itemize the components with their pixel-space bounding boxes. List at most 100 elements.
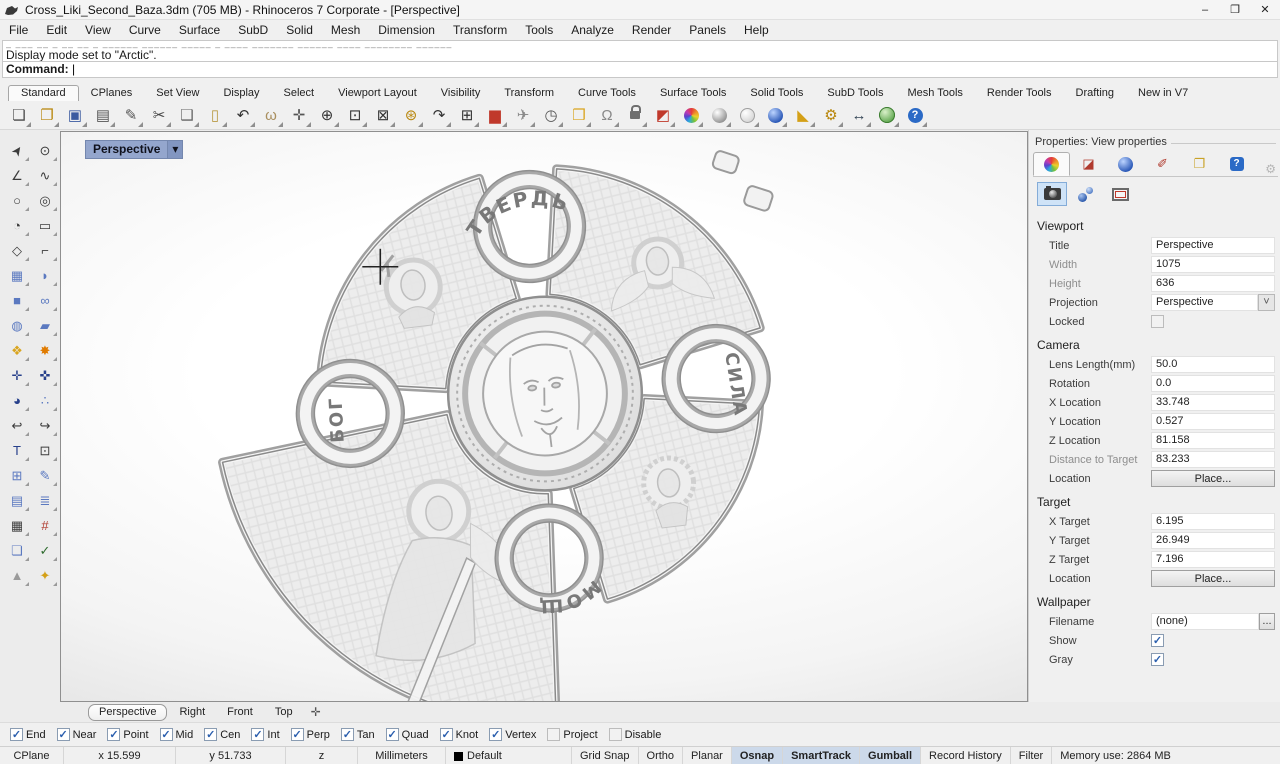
corner-curve-icon[interactable]: ⌐	[32, 238, 58, 263]
value-field[interactable]: 636	[1151, 275, 1275, 292]
osnap-near[interactable]: ✓Near	[57, 728, 97, 741]
menu-item-surface[interactable]: Surface	[170, 23, 229, 37]
status-toggle-record-history[interactable]: Record History	[921, 747, 1011, 764]
tab-help[interactable]: ?	[1218, 152, 1255, 176]
osnap-knot[interactable]: ✓Knot	[440, 728, 479, 741]
maximize-button[interactable]: ❐	[1220, 0, 1250, 19]
value-field[interactable]: 83.233	[1151, 451, 1275, 468]
value-field[interactable]: 6.195	[1151, 513, 1275, 530]
group-icon[interactable]: ❏	[4, 538, 30, 563]
color-wheel-icon[interactable]	[678, 103, 704, 128]
toolbar-tab-visibility[interactable]: Visibility	[429, 86, 493, 101]
cplane-icon[interactable]: ✈	[510, 103, 536, 128]
circle-icon[interactable]: ○	[4, 188, 30, 213]
panel-gear-icon[interactable]: ⚙	[1265, 162, 1276, 176]
toolbar-tab-new-in-v7[interactable]: New in V7	[1126, 86, 1200, 101]
toolbar-tab-transform[interactable]: Transform	[492, 86, 566, 101]
viewport-tab-front[interactable]: Front	[217, 705, 263, 720]
osnap-mid[interactable]: ✓Mid	[160, 728, 194, 741]
viewport-tab-perspective[interactable]: Perspective	[88, 704, 167, 721]
toolbar-tab-drafting[interactable]: Drafting	[1064, 86, 1127, 101]
status-default[interactable]: Default	[446, 747, 572, 764]
save-icon[interactable]: ▣	[62, 103, 88, 128]
toolbar-tab-surface-tools[interactable]: Surface Tools	[648, 86, 738, 101]
checkbox[interactable]	[609, 728, 622, 741]
bend-surface-icon[interactable]: ▰	[32, 313, 58, 338]
checkbox[interactable]: ✓	[291, 728, 304, 741]
command-history[interactable]: – ––– –– – –– –– – –––––– –––––– ––––– –…	[2, 40, 1278, 62]
copy-icon[interactable]: ❑	[174, 103, 200, 128]
history-clock-icon[interactable]: ◷	[538, 103, 564, 128]
annotate-icon[interactable]: ❒	[566, 103, 592, 128]
checkbox[interactable]: ✓	[57, 728, 70, 741]
perspective-viewport[interactable]: Perspective ▾	[60, 131, 1028, 702]
place-button[interactable]: Place...	[1151, 570, 1275, 587]
boolean-spheres-icon[interactable]: ◕	[4, 388, 30, 413]
menu-item-mesh[interactable]: Mesh	[322, 23, 369, 37]
tab-properties[interactable]	[1033, 152, 1070, 176]
zoom-extents-icon[interactable]: ⊠	[370, 103, 396, 128]
arc-icon[interactable]: ◔	[4, 213, 30, 238]
array-icon[interactable]: ▦	[4, 513, 30, 538]
osnap-disable[interactable]: Disable	[609, 728, 662, 741]
checkbox[interactable]: ✓	[1151, 653, 1164, 666]
menu-item-transform[interactable]: Transform	[444, 23, 516, 37]
ghosted-viewport-icon[interactable]	[734, 103, 760, 128]
cplane-pin-alt-icon[interactable]: ✜	[32, 363, 58, 388]
toolbar-tab-viewport-layout[interactable]: Viewport Layout	[326, 86, 429, 101]
toolbar-tab-cplanes[interactable]: CPlanes	[79, 86, 145, 101]
toolbar-tab-solid-tools[interactable]: Solid Tools	[738, 86, 815, 101]
tab-layers[interactable]: ◪	[1070, 152, 1107, 176]
lights-icon[interactable]: Ω	[594, 103, 620, 128]
polyline-icon[interactable]: ∠	[4, 163, 30, 188]
torus-icon[interactable]: ◍	[4, 313, 30, 338]
value-field[interactable]: 33.748	[1151, 394, 1275, 411]
menu-item-render[interactable]: Render	[623, 23, 680, 37]
surface-points-icon[interactable]: ▦	[4, 263, 30, 288]
paste-icon[interactable]: ▯	[202, 103, 228, 128]
osnap-cen[interactable]: ✓Cen	[204, 728, 240, 741]
point-icon[interactable]: ⊙	[32, 138, 58, 163]
checkbox[interactable]: ✓	[1151, 634, 1164, 647]
point-cloud-icon[interactable]: ∴	[32, 388, 58, 413]
menu-item-solid[interactable]: Solid	[277, 23, 322, 37]
osnap-tan[interactable]: ✓Tan	[341, 728, 375, 741]
spheres-icon[interactable]: ∞	[32, 288, 58, 313]
checkbox[interactable]: ✓	[440, 728, 453, 741]
menu-item-tools[interactable]: Tools	[516, 23, 562, 37]
checkbox[interactable]: ✓	[489, 728, 502, 741]
zoom-dynamic-icon[interactable]: ⊕	[314, 103, 340, 128]
select-icon[interactable]: ➤	[4, 138, 30, 163]
polygon-icon[interactable]: ◇	[4, 238, 30, 263]
zoom-selected-icon[interactable]: ⊛	[398, 103, 424, 128]
print-icon[interactable]: ▤	[90, 103, 116, 128]
lock-icon[interactable]	[622, 103, 648, 128]
value-field[interactable]: 0.527	[1151, 413, 1275, 430]
display-mode-icon[interactable]: ◩	[650, 103, 676, 128]
ellipse-icon[interactable]: ◎	[32, 188, 58, 213]
undo-view-icon[interactable]: ↷	[426, 103, 452, 128]
value-field[interactable]: 1075	[1151, 256, 1275, 273]
menu-item-dimension[interactable]: Dimension	[369, 23, 444, 37]
osnap-point[interactable]: ✓Point	[107, 728, 148, 741]
toolbar-tab-select[interactable]: Select	[272, 86, 327, 101]
toolbar-tab-mesh-tools[interactable]: Mesh Tools	[895, 86, 974, 101]
status-cplane[interactable]: CPlane	[0, 747, 64, 764]
value-field[interactable]: 0.0	[1151, 375, 1275, 392]
menu-item-panels[interactable]: Panels	[680, 23, 735, 37]
osnap-perp[interactable]: ✓Perp	[291, 728, 330, 741]
status-y-[interactable]: y 51.733	[176, 747, 286, 764]
toolbar-tab-set-view[interactable]: Set View	[144, 86, 211, 101]
place-button[interactable]: Place...	[1151, 470, 1275, 487]
viewport-tab-top[interactable]: Top	[265, 705, 303, 720]
osnap-quad[interactable]: ✓Quad	[386, 728, 429, 741]
named-views-car-icon[interactable]: ▆	[482, 103, 508, 128]
menu-item-edit[interactable]: Edit	[37, 23, 76, 37]
rendered-viewport-icon[interactable]	[762, 103, 788, 128]
toolbar-tab-standard[interactable]: Standard	[8, 85, 79, 101]
menu-item-file[interactable]: File	[0, 23, 37, 37]
checkbox[interactable]: ✓	[251, 728, 264, 741]
section-icon[interactable]: ≣	[32, 488, 58, 513]
explode-icon[interactable]: ✸	[32, 338, 58, 363]
checkbox[interactable]: ✓	[341, 728, 354, 741]
